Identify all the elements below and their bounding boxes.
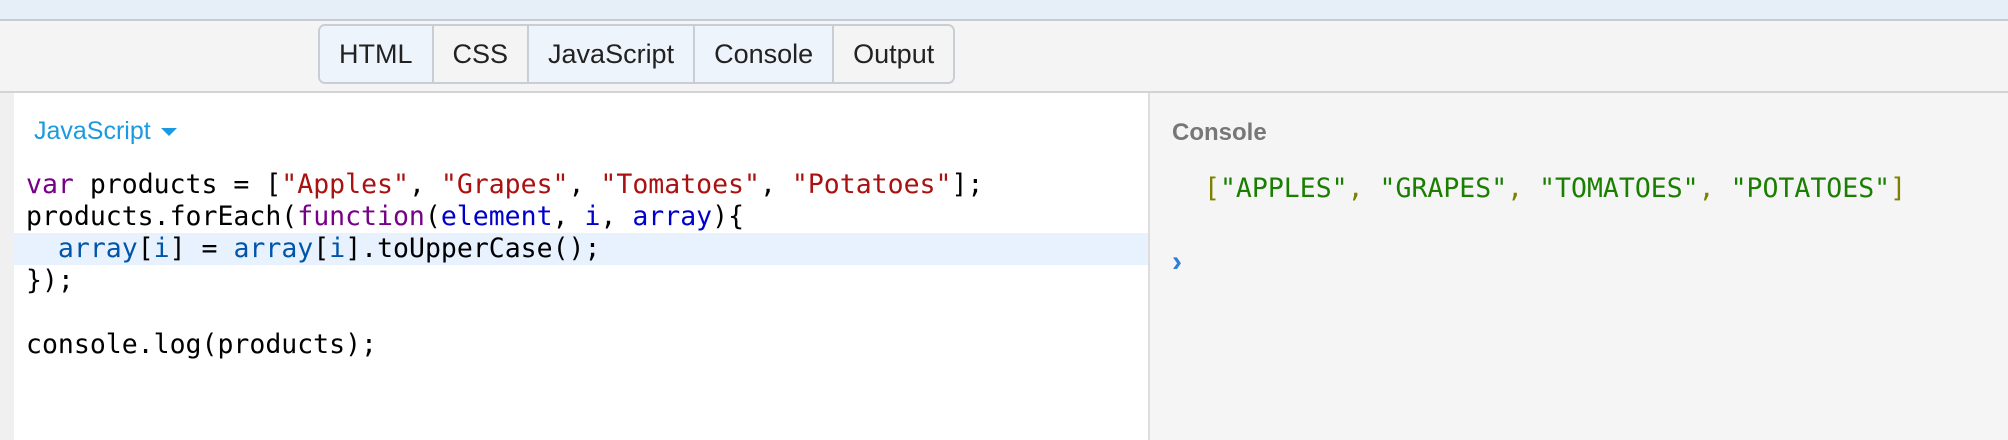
javascript-editor-pane: JavaScript var products = ["Apples", "Gr… <box>0 93 1148 440</box>
code-line-6: console.log(products); <box>26 329 377 360</box>
tab-html[interactable]: HTML <box>320 26 434 82</box>
top-strip <box>0 0 2008 21</box>
code-line-4: }); <box>26 265 74 296</box>
tab-javascript[interactable]: JavaScript <box>529 26 696 82</box>
code-line-1: var products = ["Apples", "Grapes", "Tom… <box>26 169 984 200</box>
caret-down-icon <box>160 127 177 136</box>
console-pane: Console ["APPLES", "GRAPES", "TOMATOES",… <box>1148 93 2008 440</box>
tab-output[interactable]: Output <box>834 26 954 82</box>
language-dropdown[interactable]: JavaScript <box>34 117 177 146</box>
code-editor[interactable]: var products = ["Apples", "Grapes", "Tom… <box>14 169 1148 361</box>
code-line-3-active: array[i] = array[i].toUpperCase(); <box>14 233 1148 265</box>
console-title: Console <box>1172 119 1267 146</box>
language-dropdown-label: JavaScript <box>34 117 151 145</box>
panel-toolbar: HTML CSS JavaScript Console Output <box>0 21 2008 93</box>
console-prompt-icon[interactable]: › <box>1172 245 1182 279</box>
code-line-2: products.forEach(function(element, i, ar… <box>26 201 745 232</box>
tab-console[interactable]: Console <box>695 26 835 82</box>
console-log-output: ["APPLES", "GRAPES", "TOMATOES", "POTATO… <box>1204 173 1907 204</box>
tab-css[interactable]: CSS <box>433 26 530 82</box>
panel-tabs: HTML CSS JavaScript Console Output <box>318 24 956 84</box>
